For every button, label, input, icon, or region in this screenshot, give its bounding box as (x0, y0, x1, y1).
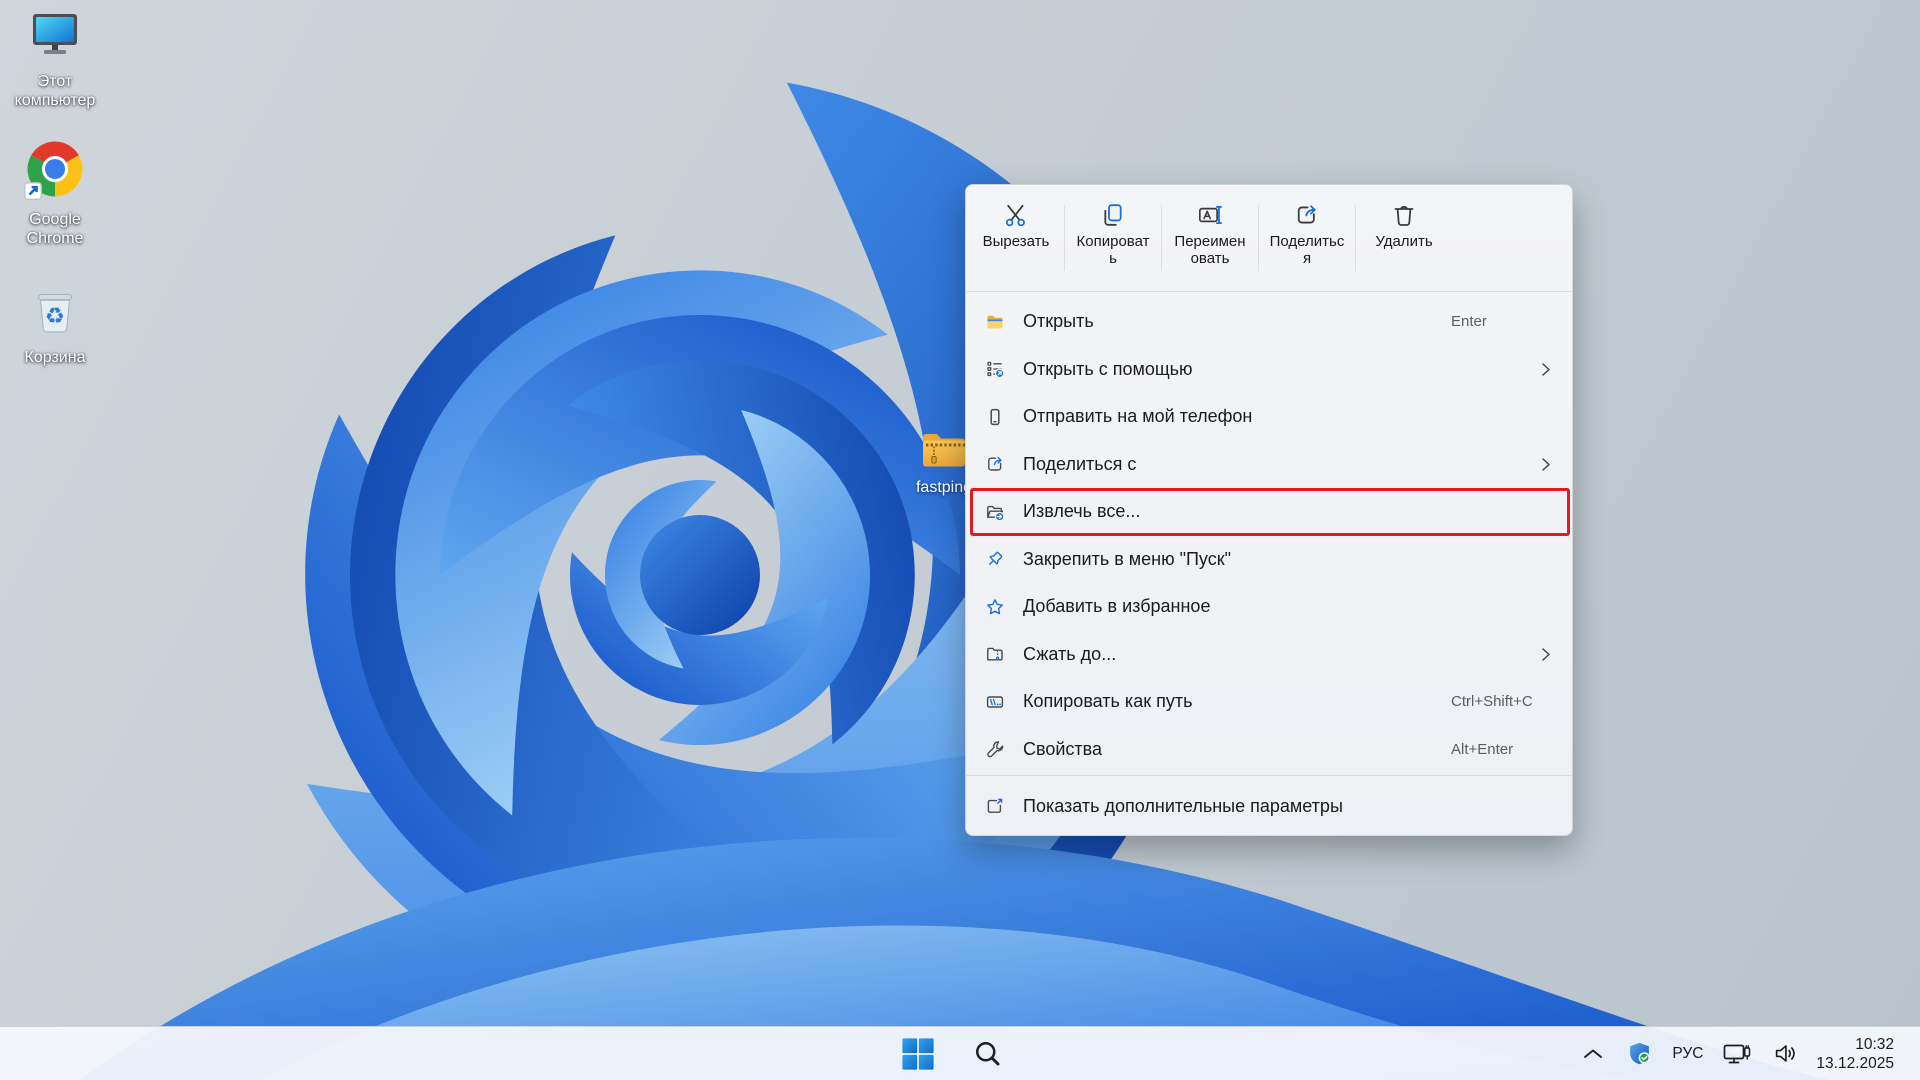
chevron-up-icon (1583, 1048, 1603, 1059)
network-display-icon (1723, 1042, 1751, 1066)
bloom-graphic (0, 0, 1920, 1080)
wrench-icon (985, 739, 1005, 759)
volume-icon (1773, 1041, 1798, 1066)
share-button[interactable]: Поделиться (1259, 185, 1355, 291)
cut-icon (1003, 202, 1029, 228)
shortcut-text: Enter (1451, 313, 1487, 330)
context-menu-items: Открыть Enter Отк (966, 292, 1572, 834)
recycle-symbol: ♻ (45, 302, 65, 328)
extract-all-icon (985, 502, 1005, 522)
open-folder-icon (985, 312, 1005, 332)
tray-network-button[interactable] (1720, 1032, 1754, 1076)
chrome-icon (22, 136, 88, 207)
security-shield-icon (1627, 1041, 1652, 1066)
context-menu-toolbar: Вырезать Копировать (966, 185, 1572, 291)
menu-item-extract-all[interactable]: Извлечь все... (966, 488, 1572, 536)
menu-item-pin-to-start[interactable]: Закрепить в меню "Пуск" (966, 536, 1572, 584)
share-icon (1294, 202, 1320, 228)
menu-divider (966, 775, 1572, 776)
shortcut-text: Alt+Enter (1451, 741, 1513, 758)
menu-item-open[interactable]: Открыть Enter (966, 298, 1572, 346)
cut-button[interactable]: Вырезать (968, 185, 1064, 291)
desktop-icon-label: Корзина (25, 348, 86, 367)
menu-item-show-more-options[interactable]: Показать дополнительные параметры (966, 778, 1572, 834)
tray-volume-button[interactable] (1769, 1032, 1801, 1076)
clock-date: 13.12.2025 (1816, 1054, 1894, 1073)
menu-item-copy-as-path[interactable]: Копировать как путь Ctrl+Shift+C (966, 678, 1572, 726)
compress-zip-icon (985, 644, 1005, 664)
submenu-chevron-icon (1542, 458, 1550, 471)
desktop-icon-google-chrome[interactable]: Google Chrome (0, 136, 110, 248)
windows-logo-icon (901, 1037, 935, 1071)
open-with-icon (985, 359, 1005, 379)
system-tray: РУС 10:32 13.12.2025 (1578, 1027, 1894, 1080)
phone-icon (985, 407, 1005, 427)
star-icon (985, 597, 1005, 617)
desktop-wallpaper[interactable] (0, 0, 1920, 1080)
clock-time: 10:32 (1855, 1035, 1894, 1054)
copy-icon (1100, 202, 1126, 228)
menu-item-send-to-phone[interactable]: Отправить на мой телефон (966, 393, 1572, 441)
more-options-icon (985, 796, 1005, 816)
menu-item-properties[interactable]: Свойства Alt+Enter (966, 726, 1572, 774)
rename-button[interactable]: Переименовать (1162, 185, 1258, 291)
desktop-icon-label: Google Chrome (0, 210, 110, 248)
start-button[interactable] (896, 1032, 940, 1076)
delete-icon (1391, 202, 1417, 228)
share-icon (985, 454, 1005, 474)
tray-show-hidden-button[interactable] (1578, 1032, 1608, 1076)
desktop-icon-recycle-bin[interactable]: ♻ Корзина (0, 278, 110, 367)
rename-icon (1197, 202, 1223, 228)
tray-security-button[interactable] (1623, 1032, 1655, 1076)
taskbar: РУС 10:32 13.12.2025 (0, 1026, 1920, 1080)
desktop-icon-this-pc[interactable]: Этот компьютер (0, 8, 110, 110)
shortcut-text: Ctrl+Shift+C (1451, 693, 1533, 710)
menu-item-compress-to[interactable]: Сжать до... (966, 631, 1572, 679)
language-indicator[interactable]: РУС (1670, 1045, 1705, 1063)
menu-item-add-to-favorites[interactable]: Добавить в избранное (966, 583, 1572, 631)
context-menu: Вырезать Копировать (965, 184, 1573, 836)
menu-item-share-with[interactable]: Поделиться с (966, 441, 1572, 489)
this-pc-icon (26, 8, 84, 69)
taskbar-clock[interactable]: 10:32 13.12.2025 (1816, 1035, 1894, 1073)
search-button[interactable] (966, 1032, 1010, 1076)
zip-file-label: fastping (916, 479, 972, 497)
desktop-icon-label: Этот компьютер (0, 72, 110, 110)
search-icon (973, 1039, 1003, 1069)
submenu-chevron-icon (1542, 648, 1550, 661)
copy-path-icon (985, 692, 1005, 712)
taskbar-center-group (896, 1027, 1010, 1080)
zip-folder-icon (920, 428, 968, 475)
delete-button[interactable]: Удалить (1356, 185, 1452, 291)
submenu-chevron-icon (1542, 363, 1550, 376)
menu-item-open-with[interactable]: Открыть с помощью (966, 346, 1572, 394)
recycle-bin-icon: ♻ (26, 278, 84, 345)
desktop-screen: Этот компьютер Google Chrome (0, 0, 1920, 1080)
pin-icon (985, 549, 1005, 569)
copy-button[interactable]: Копировать (1065, 185, 1161, 291)
